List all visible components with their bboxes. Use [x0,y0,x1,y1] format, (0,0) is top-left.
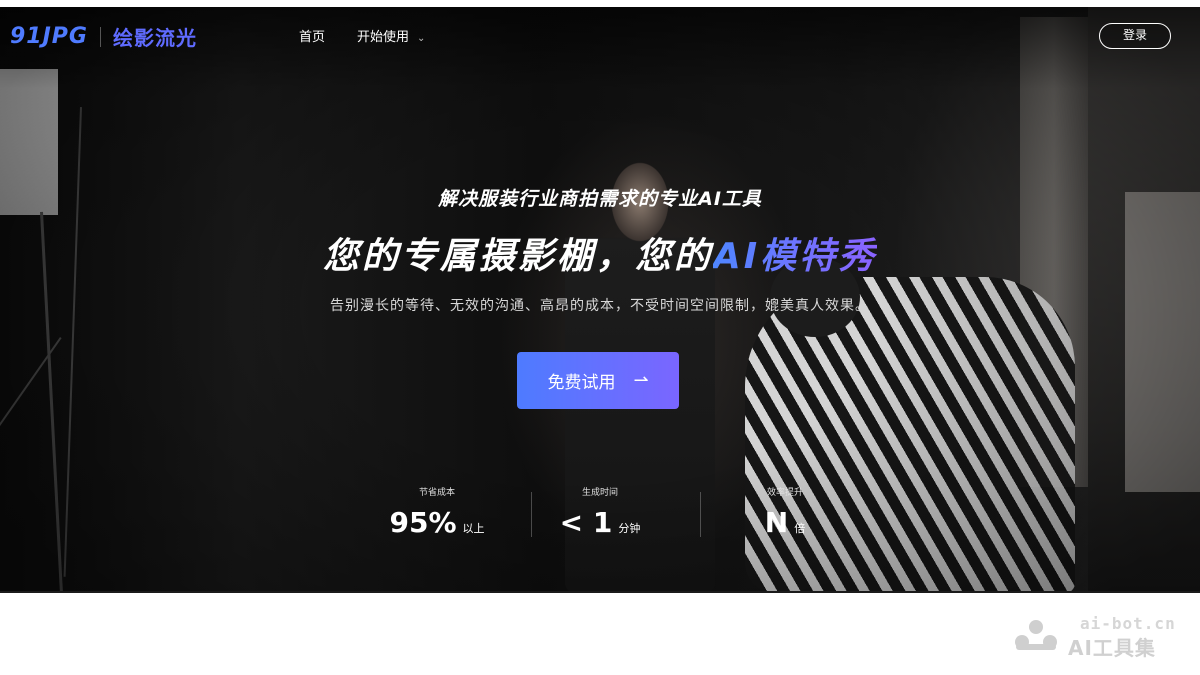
stat-efficiency: 效率提升 N倍 [700,485,870,539]
stat-time: 生成时间 < 1 分钟 [515,485,685,539]
stat-label: 效率提升 [766,488,803,498]
logo-divider [99,26,101,47]
arrow-right-icon: ⇀ [633,370,649,391]
headline-accent: AI模特秀 [712,236,878,277]
stat-label: 节省成本 [418,488,455,498]
stat-unit: 以上 [462,522,485,535]
free-trial-label: 免费试用 [547,373,616,393]
logo-chinese-name: 绘影流光 [112,26,197,50]
headline-main: 您的专属摄影棚，您的 [322,236,713,277]
stat-unit: 分钟 [618,522,641,535]
brand-logo[interactable]: 91JPG 绘影流光 [10,22,197,51]
logo-mark: 91JPG [10,24,88,49]
ai-bot-logo-icon [1015,620,1057,650]
watermark-url: ai-bot.cn [1080,614,1176,633]
login-button[interactable]: 登录 [1099,23,1171,49]
stat-value: 95% 以上 [352,506,522,539]
free-trial-button[interactable]: 免费试用 ⇀ [517,352,679,409]
hero-description: 告别漫长的等待、无效的沟通、高昂的成本，不受时间空间限制，媲美真人效果。 [330,298,870,314]
stat-value: N倍 [700,506,870,539]
stat-number: < 1 [559,506,613,539]
stat-label: 生成时间 [581,488,618,498]
nav-home-link[interactable]: 首页 [299,26,325,45]
stat-number: 95% [389,506,457,539]
stat-value: < 1 分钟 [515,506,685,539]
hero-headline: 您的专属摄影棚，您的AI模特秀 [0,227,1200,279]
nav-start-menu[interactable]: 开始使用 ⌄ [357,26,425,45]
watermark: ai-bot.cn AI工具集 [1010,614,1190,660]
stat-number: N [764,506,789,539]
hero-banner: 91JPG 绘影流光 首页 开始使用 ⌄ 登录 解决服装行业商拍需求的专业AI工具… [0,7,1200,593]
chevron-down-icon: ⌄ [417,33,426,44]
stat-unit: 倍 [794,522,806,535]
stat-cost: 节省成本 95% 以上 [352,485,522,539]
nav-start-label: 开始使用 [357,30,410,45]
top-nav: 91JPG 绘影流光 首页 开始使用 ⌄ 登录 [0,7,1200,63]
watermark-name: AI工具集 [1068,636,1156,660]
hero-subtitle: 解决服装行业商拍需求的专业AI工具 [438,188,762,210]
